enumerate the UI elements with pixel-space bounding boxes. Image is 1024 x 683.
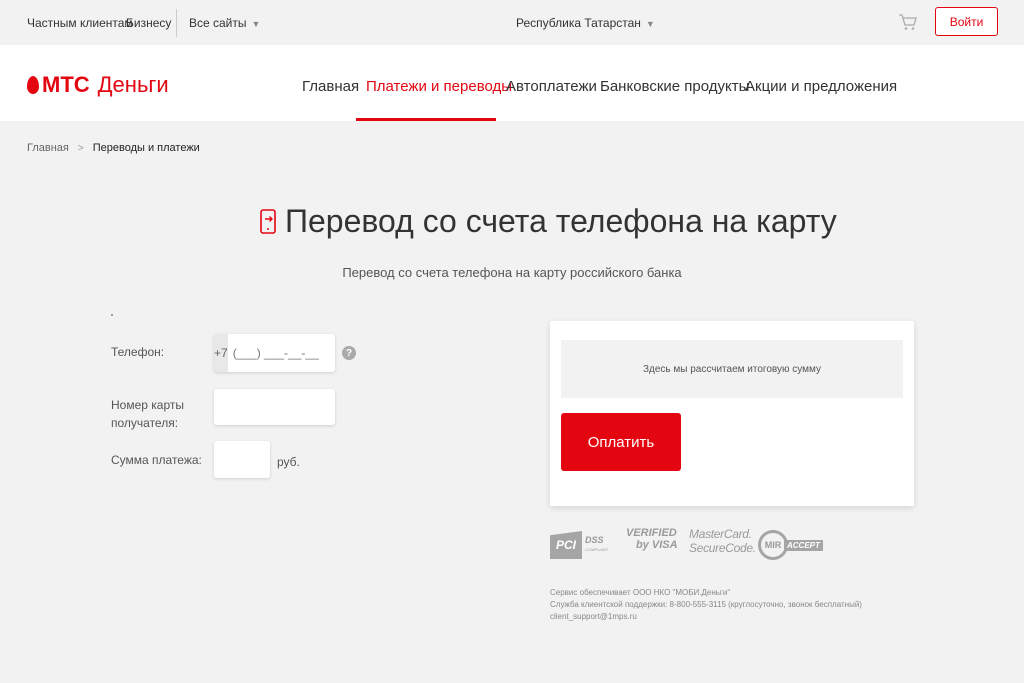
- support-email-link[interactable]: client_support@1mps.ru: [550, 611, 862, 623]
- main-header: МТС Деньги Главная Платежи и переводы Ав…: [0, 45, 1024, 121]
- sum-label: Сумма платежа:: [111, 453, 202, 467]
- breadcrumb: Главная > Переводы и платежи: [27, 142, 200, 154]
- nav-item-payments[interactable]: Платежи и переводы: [366, 78, 512, 95]
- all-sites-dropdown[interactable]: Все сайты ▼: [189, 16, 260, 30]
- nav-item-bank-products[interactable]: Банковские продукты: [600, 78, 749, 95]
- nav-item-autopayments[interactable]: Автоплатежи: [506, 78, 597, 95]
- logo-mts-text: МТС: [42, 72, 90, 97]
- business-link[interactable]: Бизнесу: [126, 16, 171, 30]
- cart-icon[interactable]: [898, 12, 918, 32]
- currency-label: руб.: [277, 455, 300, 469]
- mts-egg-icon: [27, 76, 39, 94]
- pci-box: PCI: [550, 531, 582, 559]
- pci-dss-label: DSS: [585, 535, 604, 545]
- all-sites-label: Все сайты: [189, 16, 247, 30]
- card-label-line2: получателя:: [111, 416, 179, 430]
- chevron-right-icon: >: [77, 142, 84, 154]
- pci-text: DSS COMPLIANT: [585, 536, 608, 554]
- caret-down-icon: ▼: [251, 19, 261, 29]
- phone-label: Телефон:: [111, 345, 165, 359]
- divider: [176, 9, 177, 37]
- nav-item-home[interactable]: Главная: [302, 78, 359, 95]
- verified-line1: VERIFIED: [626, 527, 677, 539]
- card-number-label: Номер карты получателя:: [111, 396, 184, 432]
- region-dropdown[interactable]: Республика Татарстан ▼: [516, 16, 655, 30]
- login-button[interactable]: Войти: [935, 7, 998, 36]
- decorative-dot: [111, 314, 113, 316]
- pci-dss-logo: PCI DSS COMPLIANT: [550, 527, 608, 563]
- card-label-line1: Номер карты: [111, 398, 184, 412]
- page-subtitle: Перевод со счета телефона на карту росси…: [342, 265, 682, 280]
- caret-down-icon: ▼: [645, 19, 655, 29]
- pay-button[interactable]: Оплатить: [561, 413, 681, 471]
- verified-line2: by VISA: [636, 539, 678, 551]
- logo-money-text: Деньги: [97, 72, 169, 97]
- page-title: Перевод со счета телефона на карту: [285, 203, 837, 239]
- top-bar: Частным клиентам Бизнесу Все сайты ▼ Респ…: [0, 0, 1024, 45]
- private-clients-link[interactable]: Частным клиентам: [27, 16, 133, 30]
- phone-transfer-icon: [260, 208, 276, 234]
- breadcrumb-home[interactable]: Главная: [27, 142, 69, 154]
- phone-prefix: +7: [214, 334, 228, 372]
- mastercard-securecode-logo: MasterCard. SecureCode.: [689, 527, 756, 563]
- total-sum-box: Здесь мы рассчитаем итоговую сумму: [561, 340, 903, 398]
- mts-money-logo[interactable]: МТС Деньги: [27, 72, 169, 98]
- active-nav-indicator: [356, 118, 496, 121]
- mir-accept-label: ACCEPT: [784, 539, 823, 551]
- sum-input[interactable]: [214, 441, 270, 478]
- mastercard-line1: MasterCard.: [689, 527, 752, 541]
- mir-accept-logo: MIR ACCEPT: [758, 527, 823, 563]
- page-title-block: Перевод со счета телефона на карту: [259, 203, 837, 240]
- phone-input[interactable]: [227, 334, 335, 372]
- pci-compliant-label: COMPLIANT: [585, 547, 609, 552]
- card-number-input[interactable]: [214, 389, 335, 425]
- service-info: Сервис обеспечивает ООО НКО "МОБИ.Деньги…: [550, 587, 862, 623]
- breadcrumb-current: Переводы и платежи: [92, 142, 200, 154]
- verified-by-visa-logo: VERIFIED by VISA: [626, 527, 678, 563]
- nav-item-promotions[interactable]: Акции и предложения: [745, 78, 897, 95]
- mastercard-line2: SecureCode.: [689, 541, 756, 555]
- service-provider-text: Сервис обеспечивает ООО НКО "МОБИ.Деньги…: [550, 588, 731, 597]
- help-icon[interactable]: ?: [342, 346, 356, 360]
- phone-input-group: +7: [214, 334, 335, 372]
- region-label: Республика Татарстан: [516, 16, 641, 30]
- payment-summary-panel: Здесь мы рассчитаем итоговую сумму Оплат…: [550, 321, 914, 506]
- support-phone-text: Служба клиентской поддержки: 8-800-555-3…: [550, 600, 862, 609]
